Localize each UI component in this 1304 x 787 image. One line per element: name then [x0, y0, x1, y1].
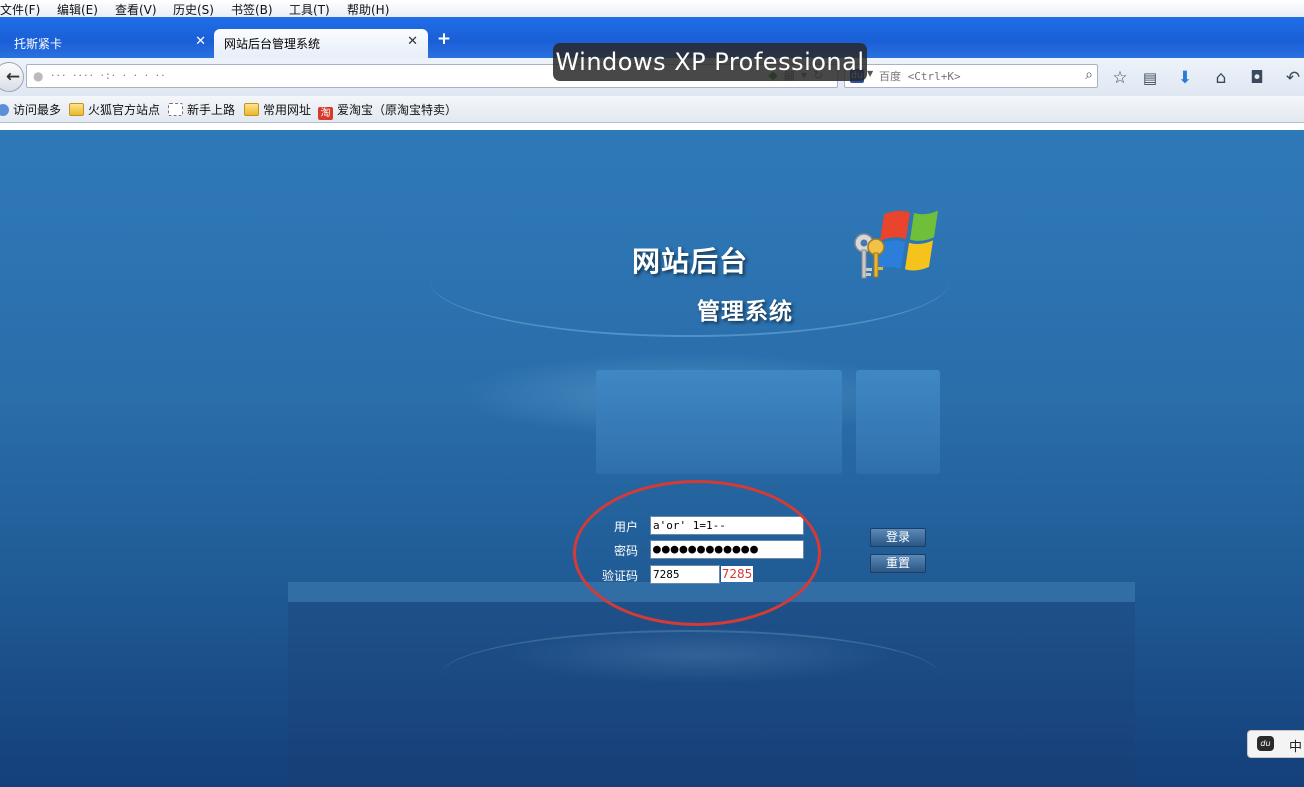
menu-history[interactable]: 历史(S)	[173, 1, 214, 18]
login-form-panel	[596, 370, 842, 474]
bookmark-getting-started[interactable]: 新手上路	[168, 101, 235, 118]
home-icon[interactable]: ⌂	[1210, 67, 1232, 89]
bookmark-ai-taobao[interactable]: 淘爱淘宝（原淘宝特卖）	[318, 101, 457, 120]
ime-toolbar[interactable]: du 中	[1247, 730, 1304, 758]
menu-bookmarks[interactable]: 书签(B)	[231, 1, 273, 18]
baidu-ime-icon: du	[1257, 736, 1274, 751]
menu-help[interactable]: 帮助(H)	[347, 1, 389, 18]
windows-keys-logo	[854, 210, 938, 279]
tab-title: 网站后台管理系统	[224, 37, 321, 51]
chat-bubble-icon[interactable]: ◘	[1246, 67, 1268, 89]
page-title-line2: 管理系统	[697, 299, 793, 325]
tab-inactive[interactable]: 托斯紧卡 ✕	[0, 29, 212, 58]
decorative-shade	[288, 602, 1135, 787]
login-buttons-panel	[856, 370, 940, 474]
taobao-icon: 淘	[318, 107, 333, 120]
new-tab-button[interactable]: +	[436, 31, 452, 48]
login-button[interactable]: 登录	[870, 528, 926, 547]
reset-button[interactable]: 重置	[870, 554, 926, 573]
undo-icon[interactable]: ↶	[1282, 67, 1304, 89]
search-bar[interactable]: du ▼ ⌕	[844, 64, 1098, 88]
back-arrow-icon: ←	[5, 67, 21, 87]
site-identity-icon[interactable]: ●	[33, 69, 43, 83]
annotation-circle	[573, 480, 821, 626]
bookmarks-menu-icon[interactable]: ▤	[1139, 67, 1161, 89]
bookmark-star-icon[interactable]: ☆	[1109, 67, 1131, 89]
os-watermark-badge: Windows XP Professional	[553, 43, 867, 81]
search-input[interactable]	[879, 68, 1069, 84]
bookmark-common-sites[interactable]: 常用网址	[244, 101, 311, 118]
page-icon	[168, 103, 183, 116]
menu-view[interactable]: 查看(V)	[115, 1, 157, 18]
download-icon[interactable]: ⬇	[1174, 67, 1196, 89]
bookmark-most-visited[interactable]: 访问最多	[0, 101, 61, 118]
tab-title: 托斯紧卡	[14, 37, 63, 51]
recent-icon	[0, 104, 9, 116]
folder-icon	[69, 103, 84, 116]
folder-icon	[244, 103, 259, 116]
close-icon[interactable]: ✕	[195, 34, 206, 49]
ime-language-label[interactable]: 中	[1289, 736, 1302, 755]
menu-bar: 文件(F) 编辑(E) 查看(V) 历史(S) 书签(B) 工具(T) 帮助(H…	[0, 0, 1304, 17]
bookmarks-toolbar: 访问最多 火狐官方站点 新手上路 常用网址 淘爱淘宝（原淘宝特卖）	[0, 96, 1304, 123]
menu-tools[interactable]: 工具(T)	[289, 1, 330, 18]
search-icon[interactable]: ⌕	[1085, 67, 1093, 83]
bookmark-firefox-official[interactable]: 火狐官方站点	[69, 101, 160, 118]
chevron-down-icon[interactable]: ▼	[867, 69, 873, 78]
back-button[interactable]: ←	[0, 62, 24, 92]
url-text: ··· ···· ·:· · · · ··	[51, 69, 167, 82]
page-title-line1: 网站后台	[632, 245, 749, 278]
close-icon[interactable]: ✕	[407, 34, 418, 49]
tab-active[interactable]: 网站后台管理系统 ✕	[214, 29, 428, 58]
menu-edit[interactable]: 编辑(E)	[57, 1, 98, 18]
menu-file[interactable]: 文件(F)	[0, 1, 40, 18]
